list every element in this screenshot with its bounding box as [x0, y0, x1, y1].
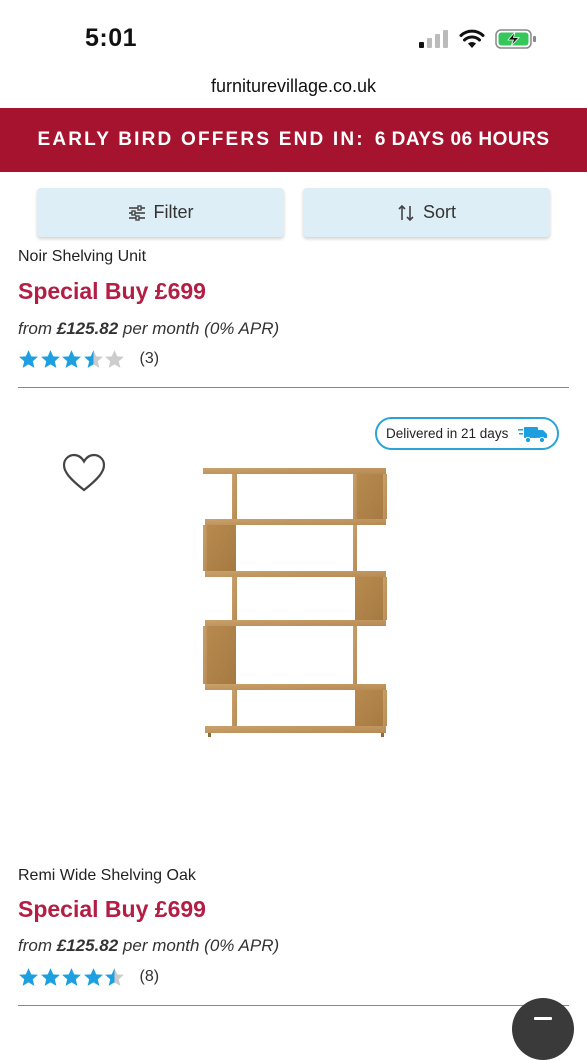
star-rating[interactable]: (8)	[18, 967, 159, 987]
star-icon	[105, 350, 124, 368]
star-icon	[105, 968, 124, 986]
divider	[18, 1005, 569, 1006]
finance-suffix: per month (0% APR)	[122, 319, 280, 338]
promo-label: EARLY BIRD OFFERS END IN:	[37, 129, 365, 150]
finance-amount: £125.82	[56, 319, 119, 338]
finance-prefix: from	[18, 936, 52, 955]
product-image[interactable]	[195, 460, 395, 752]
filter-label: Filter	[153, 202, 194, 222]
finance-prefix: from	[18, 319, 52, 338]
finance-amount: £125.82	[56, 936, 119, 955]
delivery-badge: Delivered in 21 days	[375, 417, 559, 450]
filter-icon	[128, 204, 145, 221]
product-price: Special Buy £699	[18, 278, 206, 304]
star-icon	[62, 350, 81, 368]
promo-countdown: 6 DAYS 06 HOURS	[374, 129, 550, 150]
delivery-label: Delivered in 21 days	[386, 426, 509, 441]
stars	[18, 349, 126, 369]
sort-label: Sort	[422, 202, 456, 222]
star-icon	[62, 968, 81, 986]
filter-button[interactable]: Filter	[37, 188, 284, 237]
finance-info: from £125.82 per month (0% APR)	[18, 936, 279, 956]
divider	[18, 387, 569, 388]
star-icon	[19, 968, 38, 986]
status-time: 5:01	[85, 24, 138, 52]
star-icon	[19, 350, 38, 368]
heart-icon[interactable]	[62, 453, 106, 493]
product-price: Special Buy £699	[18, 896, 206, 922]
menu-button[interactable]	[512, 998, 574, 1060]
wifi-icon	[459, 29, 485, 48]
product-name[interactable]: Remi Wide Shelving Oak	[18, 867, 196, 885]
status-bar: 5:01	[0, 0, 587, 75]
review-count: (3)	[139, 350, 160, 367]
star-rating[interactable]: (3)	[18, 349, 159, 369]
star-icon	[83, 350, 103, 368]
star-icon	[40, 350, 60, 368]
signal-icon	[419, 30, 448, 48]
sort-button[interactable]: Sort	[303, 188, 550, 237]
status-icons	[419, 28, 537, 50]
truck-icon	[518, 427, 547, 444]
finance-info: from £125.82 per month (0% APR)	[18, 319, 279, 339]
star-icon	[40, 968, 60, 986]
product-name[interactable]: Noir Shelving Unit	[18, 248, 146, 266]
battery-icon	[495, 29, 536, 49]
review-count: (8)	[139, 968, 160, 985]
stars	[18, 967, 126, 987]
promo-banner[interactable]: EARLY BIRD OFFERS END IN: 6 DAYS 06 HOUR…	[0, 108, 587, 172]
url-bar[interactable]: furniturevillage.co.uk	[0, 76, 587, 97]
finance-suffix: per month (0% APR)	[122, 936, 280, 955]
sort-icon	[398, 204, 414, 221]
menu-icon	[534, 1017, 552, 1020]
star-icon	[83, 968, 103, 986]
